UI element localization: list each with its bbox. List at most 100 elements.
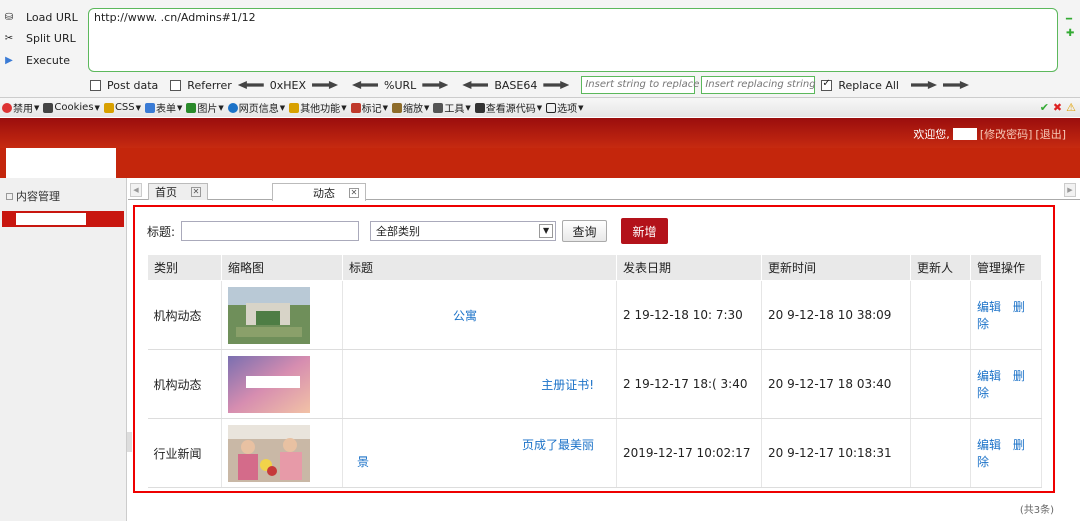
caret-icon: ▼ (34, 103, 40, 112)
edit-link[interactable]: 编辑 (977, 300, 1001, 314)
hex-decode-icon[interactable] (237, 81, 264, 89)
url-textarea[interactable]: http://www. .cn/Admins#1/12 (88, 8, 1058, 72)
split-url-button[interactable]: ✂ Split URL (2, 29, 86, 47)
minus-icon[interactable]: ━ (1066, 14, 1072, 25)
toolbar-css[interactable]: CSS ▼ (103, 102, 141, 113)
category-value: 全部类别 (376, 225, 421, 238)
misc-icon (289, 102, 300, 113)
toolbar-view-source[interactable]: 查看源代码 ▼ (474, 100, 543, 115)
col-updated-time: 更新时间 (761, 254, 911, 281)
row-title-link[interactable]: 页成了最美丽 景 (342, 418, 617, 488)
tools-icon (433, 102, 444, 113)
css-icon (103, 102, 114, 113)
plus-icon[interactable]: ✚ (1066, 28, 1074, 39)
row-actions: 编辑 删除 (970, 349, 1042, 419)
tab-news[interactable]: 动态 ✕ (272, 183, 366, 201)
sidebar: 内容管理 (0, 178, 127, 521)
replace-left-icon[interactable] (942, 81, 969, 89)
sidebar-toggle[interactable] (127, 432, 132, 452)
close-icon[interactable]: ✕ (349, 187, 359, 198)
url-decode-icon[interactable] (352, 81, 379, 89)
post-data-checkbox[interactable] (90, 79, 101, 91)
toolbar-label: 其他功能 (300, 104, 341, 115)
cookies-icon (43, 102, 54, 113)
check-icon[interactable]: ✔ (1040, 101, 1049, 114)
load-url-button[interactable]: ⛁ Load URL (2, 8, 86, 26)
toolbar-images[interactable]: 图片 ▼ (186, 100, 224, 115)
close-icon[interactable]: ✕ (191, 187, 201, 197)
toolbar-outline[interactable]: 标记 ▼ (350, 100, 388, 115)
people-flowers-thumbnail (228, 424, 310, 482)
toolbar-page-info[interactable]: 网页信息 ▼ (227, 100, 286, 115)
row-updater (910, 280, 971, 350)
row-updated-time: 20 9-12-17 10:18:31 (761, 418, 911, 488)
referrer-label: Referrer (187, 78, 232, 92)
resize-icon (391, 102, 402, 113)
tab-label: 首页 (155, 186, 177, 199)
error-icon[interactable]: ✖ (1053, 101, 1062, 114)
hex-encode-icon[interactable] (312, 81, 339, 89)
toolbar-label: 缩放 (402, 104, 423, 115)
title-search-input[interactable] (181, 221, 360, 241)
tab-home[interactable]: 首页 ✕ (148, 183, 208, 200)
sidebar-section-content[interactable]: 内容管理 (6, 188, 60, 204)
tab-label: 动态 (313, 186, 335, 200)
view-source-icon (474, 102, 485, 113)
row-publish-date: 2019-12-17 10:02:17 (616, 418, 762, 488)
toolbar-cookies[interactable]: Cookies ▼ (43, 102, 100, 113)
toolbar-resize[interactable]: 缩放 ▼ (391, 100, 429, 115)
app-header-band (0, 148, 1080, 178)
toolbar-tools[interactable]: 工具 ▼ (433, 100, 471, 115)
replace-right-icon[interactable] (910, 81, 937, 89)
row-updater (910, 349, 971, 419)
load-url-label: Load URL (26, 10, 78, 24)
row-title-link[interactable]: 主册证书! (342, 349, 617, 419)
sidebar-item-active[interactable] (2, 211, 124, 227)
toolbar-forms[interactable]: 表单 ▼ (145, 100, 182, 115)
toolbar-disable[interactable]: 禁用 ▼ (2, 100, 39, 115)
logout-link[interactable]: [退出] (1035, 126, 1066, 142)
col-thumbnail: 缩略图 (221, 254, 343, 281)
row-title-link[interactable]: 公寓 (342, 280, 617, 350)
pencil-icon (350, 102, 361, 113)
row-thumbnail-cell (221, 280, 343, 350)
filter-bar: 标题: 全部类别 ▼ 查询 新增 (147, 218, 669, 244)
insert-string-input[interactable]: Insert string to replace (581, 76, 699, 94)
edit-link[interactable]: 编辑 (977, 369, 1001, 383)
row-actions: 编辑 删除 (970, 280, 1042, 350)
url-value: http://www. .cn/Admins#1/12 (94, 11, 256, 24)
row-thumbnail-cell (221, 349, 343, 419)
username-redacted (952, 128, 977, 140)
replacing-string-input[interactable]: Insert replacing string (701, 76, 816, 94)
base64-decode-icon[interactable] (462, 81, 489, 89)
row-updated-time: 20 9-12-17 18 03:40 (761, 349, 911, 419)
query-button[interactable]: 查询 (562, 220, 608, 242)
toolbar-options[interactable]: 选项 ▼ (546, 100, 584, 115)
toolbar-label: CSS (114, 102, 135, 113)
toolbar-misc[interactable]: 其他功能 ▼ (289, 100, 347, 115)
title-label: 标题: (147, 224, 176, 239)
post-data-label: Post data (107, 78, 159, 92)
caret-icon: ▼ (94, 103, 100, 112)
table-row: 机构动态 公寓 2 19-12-18 10: 7:30 20 9-12-18 1… (147, 280, 1042, 350)
replace-all-checkbox[interactable] (821, 78, 833, 91)
row-title-line-1: 页成了最美丽 (521, 438, 594, 452)
col-title: 标题 (342, 254, 617, 281)
base64-encode-icon[interactable] (543, 81, 570, 89)
execute-button[interactable]: ▶ Execute (2, 51, 86, 69)
caret-icon: ▼ (536, 103, 543, 112)
url-encode-icon[interactable] (422, 81, 449, 89)
images-icon (186, 102, 197, 113)
edit-link[interactable]: 编辑 (977, 438, 1001, 452)
category-select[interactable]: 全部类别 ▼ (370, 221, 557, 241)
tab-scroll-left-icon[interactable]: ◀ (130, 183, 142, 197)
app-header: 欢迎您, [修改密码] [退出] (0, 118, 1080, 148)
welcome-bar: 欢迎您, [修改密码] [退出] (913, 126, 1066, 142)
table-row: 行业新闻 页成了最美丽 景 2019-12-17 10:02:17 20 9-1… (147, 418, 1042, 488)
caret-icon: ▼ (279, 103, 286, 112)
add-button[interactable]: 新增 (621, 218, 669, 244)
referrer-checkbox[interactable] (170, 79, 182, 91)
change-password-link[interactable]: [修改密码] (980, 126, 1033, 142)
tab-scroll-right-icon[interactable]: ▶ (1064, 183, 1076, 197)
warning-icon[interactable]: ⚠ (1066, 101, 1076, 114)
